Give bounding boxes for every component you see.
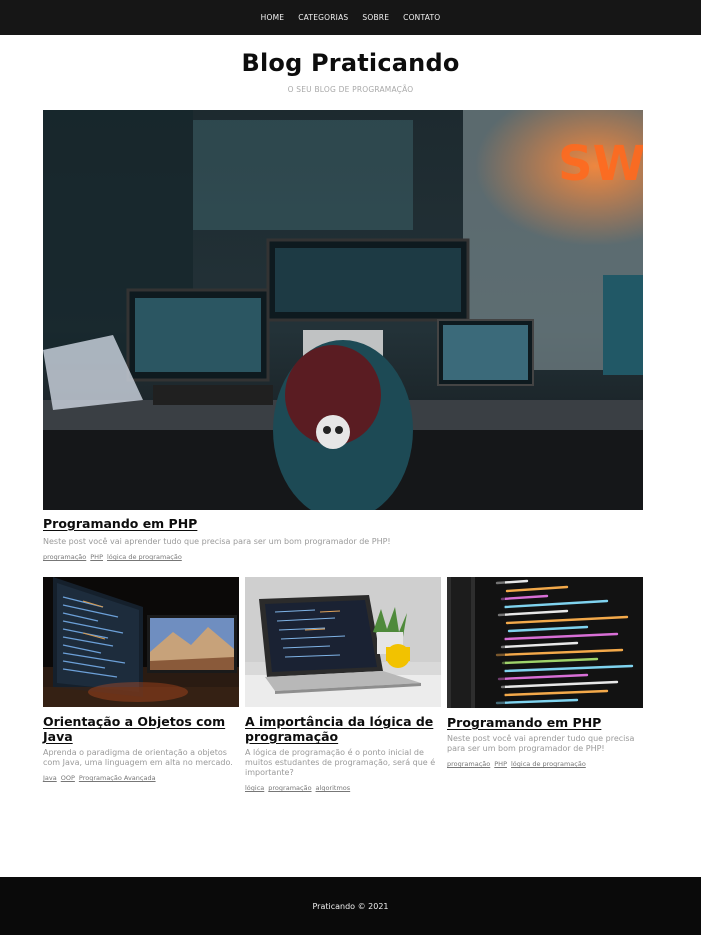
- post-excerpt: Neste post você vai aprender tudo que pr…: [447, 734, 635, 753]
- tag-link[interactable]: OOP: [61, 774, 75, 782]
- nav-contato-link[interactable]: CONTATO: [403, 13, 440, 22]
- workspace-photo-icon: SW: [43, 110, 643, 510]
- post-title[interactable]: Orientação a Objetos com Java: [43, 714, 239, 744]
- featured-post-title[interactable]: Programando em PHP: [43, 516, 197, 531]
- tag-link[interactable]: programação: [43, 553, 86, 561]
- tag-link[interactable]: PHP: [90, 553, 103, 561]
- monitors-photo-icon: [43, 577, 239, 707]
- post-image[interactable]: [245, 577, 441, 707]
- featured-post-excerpt: Neste post você vai aprender tudo que pr…: [43, 537, 391, 546]
- tag-link[interactable]: PHP: [494, 760, 507, 768]
- top-navigation: HOME CATEGORIAS SOBRE CONTATO: [0, 0, 701, 35]
- nav-home-link[interactable]: HOME: [261, 13, 285, 22]
- nav-sobre-link[interactable]: SOBRE: [362, 13, 389, 22]
- post-image[interactable]: [43, 577, 239, 707]
- featured-post-image[interactable]: SW: [43, 110, 643, 510]
- footer-copyright: Praticando © 2021: [312, 901, 389, 911]
- tag-link[interactable]: Programação Avançada: [79, 774, 156, 782]
- svg-text:SW: SW: [558, 136, 643, 192]
- post-image[interactable]: [447, 577, 643, 708]
- post-tags: Java OOP Programação Avançada: [43, 774, 239, 782]
- tag-link[interactable]: programação: [447, 760, 490, 768]
- site-subtitle: O SEU BLOG DE PROGRAMAÇÃO: [287, 85, 414, 94]
- code-screen-photo-icon: [447, 577, 643, 708]
- tag-link[interactable]: Java: [43, 774, 57, 782]
- post-card: A importância da lógica de programação A…: [245, 577, 441, 792]
- post-card: Orientação a Objetos com Java Aprenda o …: [43, 577, 239, 782]
- post-excerpt: A lógica de programação é o ponto inicia…: [245, 748, 436, 777]
- featured-post-tags: programação PHP lógica de programação: [43, 553, 182, 561]
- tag-link[interactable]: programação: [268, 784, 311, 792]
- post-title[interactable]: A importância da lógica de programação: [245, 714, 441, 744]
- site-footer: Praticando © 2021: [0, 877, 701, 935]
- post-excerpt: Aprenda o paradigma de orientação a obje…: [43, 748, 233, 767]
- post-tags: lógica programação algoritmos: [245, 784, 441, 792]
- post-tags: programação PHP lógica de programação: [447, 760, 643, 768]
- nav-categorias-link[interactable]: CATEGORIAS: [298, 13, 348, 22]
- post-card: Programando em PHP Neste post você vai a…: [447, 577, 643, 768]
- tag-link[interactable]: lógica: [245, 784, 264, 792]
- site-title[interactable]: Blog Praticando: [0, 49, 701, 77]
- laptop-photo-icon: [245, 577, 441, 707]
- post-title[interactable]: Programando em PHP: [447, 715, 643, 730]
- tag-link[interactable]: algoritmos: [316, 784, 351, 792]
- tag-link[interactable]: lógica de programação: [511, 760, 586, 768]
- tag-link[interactable]: lógica de programação: [107, 553, 182, 561]
